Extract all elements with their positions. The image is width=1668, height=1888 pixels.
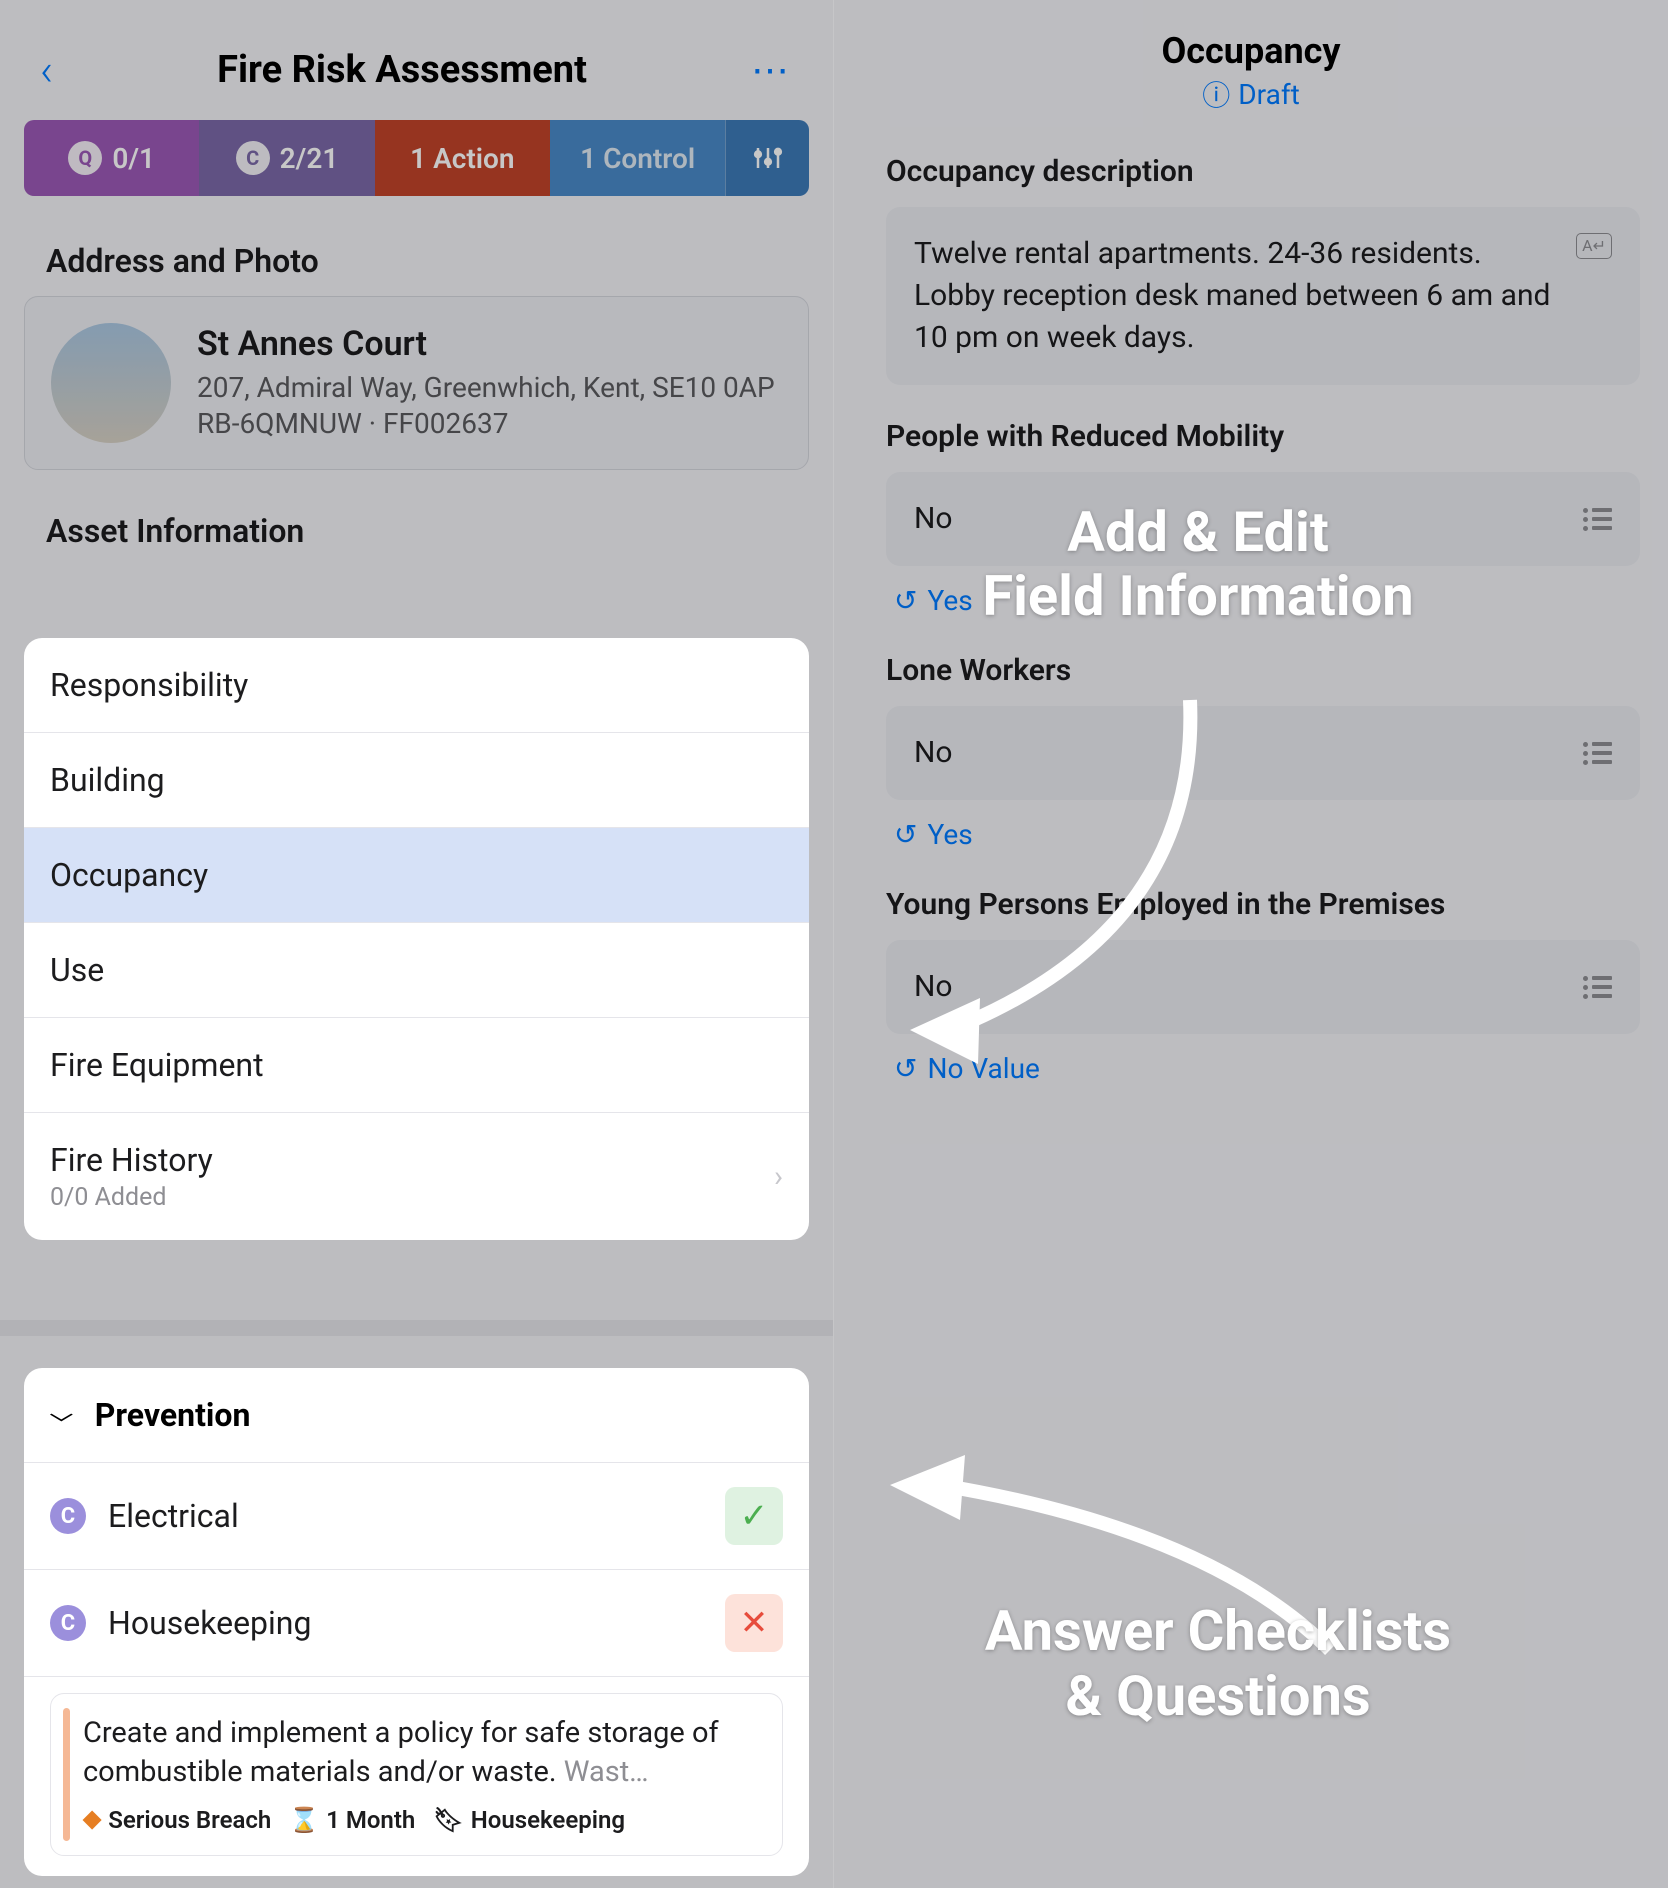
asset-label: Use: [50, 951, 104, 989]
pill-checklists[interactable]: C 2/21: [199, 120, 374, 196]
asset-item-occupancy[interactable]: Occupancy: [24, 828, 809, 923]
pill-q-count: 0/1: [112, 142, 155, 175]
list-icon: [1583, 976, 1612, 999]
asset-list: Responsibility Building Occupancy Use Fi…: [24, 638, 809, 1240]
pill-settings[interactable]: [725, 120, 809, 196]
left-header: ‹ Fire Risk Assessment ⋯: [0, 0, 833, 120]
asset-label: Responsibility: [50, 666, 248, 704]
pill-control-label: 1 Control: [580, 142, 695, 175]
asset-label: Building: [50, 761, 165, 799]
text-format-icon: A↵: [1576, 233, 1612, 259]
address-text: St Annes Court 207, Admiral Way, Greenwh…: [197, 324, 775, 443]
address-section-title: Address and Photo: [0, 226, 833, 296]
pill-action-label: 1 Action: [410, 142, 514, 175]
callout-checklists: Answer Checklists & Questions: [878, 1599, 1558, 1728]
prevention-header[interactable]: ⌵ Prevention: [24, 1368, 809, 1463]
list-icon: [1583, 508, 1612, 531]
callout-line: & Questions: [878, 1664, 1558, 1728]
pill-c-count: 2/21: [280, 142, 339, 175]
prevention-housekeeping[interactable]: C Housekeeping ✕: [24, 1570, 809, 1677]
address-card[interactable]: St Annes Court 207, Admiral Way, Greenwh…: [24, 296, 809, 470]
back-icon[interactable]: ‹: [40, 44, 53, 96]
list-icon: [1583, 742, 1612, 765]
summary-pills: Q 0/1 C 2/21 1 Action 1 Control: [24, 120, 809, 196]
property-name: St Annes Court: [197, 324, 775, 364]
pill-questions[interactable]: Q 0/1: [24, 120, 199, 196]
finding-text: Create and implement a policy for safe s…: [83, 1714, 762, 1792]
tag-badge: 🔖︎ Housekeeping: [433, 1806, 625, 1834]
c-badge-icon: C: [50, 1605, 86, 1641]
finding-meta: ⬥Serious Breach ⌛1 Month 🔖︎ Housekeeping: [83, 1804, 762, 1835]
severity-label: Serious Breach: [108, 1806, 271, 1834]
draft-status[interactable]: ⓘ Draft: [1202, 74, 1299, 114]
asset-item-building[interactable]: Building: [24, 733, 809, 828]
callout-line: Add & Edit: [898, 500, 1498, 564]
chevron-down-icon: ⌵: [50, 1405, 73, 1426]
left-pane: ‹ Fire Risk Assessment ⋯ Q 0/1 C 2/21 1 …: [0, 0, 834, 1888]
arrow-icon: [890, 680, 1240, 1080]
callout-field-info: Add & Edit Field Information: [898, 500, 1498, 629]
field-label: Occupancy description: [886, 154, 1640, 189]
prevention-label: Electrical: [108, 1497, 703, 1535]
callout-line: Answer Checklists: [878, 1599, 1558, 1663]
callout-line: Field Information: [898, 564, 1498, 628]
section-divider: [0, 1320, 833, 1336]
severity-badge: ⬥Serious Breach: [83, 1804, 271, 1835]
field-value: Twelve rental apartments. 24-36 resident…: [914, 233, 1558, 359]
prevention-title: Prevention: [95, 1396, 251, 1434]
sliders-icon: [753, 143, 783, 173]
c-badge-icon: C: [50, 1498, 86, 1534]
property-photo: [51, 323, 171, 443]
prevention-card: ⌵ Prevention C Electrical ✓ C Housekeepi…: [24, 1368, 809, 1876]
info-icon: ⓘ: [1202, 74, 1230, 114]
prevention-electrical[interactable]: C Electrical ✓: [24, 1463, 809, 1570]
hourglass-icon: ⌛: [289, 1806, 319, 1834]
pill-control[interactable]: 1 Control: [550, 120, 725, 196]
asset-label: Fire Equipment: [50, 1046, 264, 1084]
check-icon[interactable]: ✓: [725, 1487, 783, 1545]
asset-label: Fire History: [50, 1141, 213, 1179]
page-title: Fire Risk Assessment: [217, 48, 587, 92]
q-icon: Q: [68, 141, 102, 175]
cross-icon[interactable]: ✕: [725, 1594, 783, 1652]
tag-icon: 🔖︎: [433, 1806, 463, 1834]
more-icon[interactable]: ⋯: [751, 48, 793, 93]
field-occupancy-description: Occupancy description Twelve rental apar…: [886, 154, 1640, 385]
asset-label: Occupancy: [50, 856, 208, 894]
right-header: Occupancy ⓘ Draft: [834, 0, 1668, 114]
asset-item-use[interactable]: Use: [24, 923, 809, 1018]
period-label: 1 Month: [326, 1806, 415, 1834]
asset-sublabel: 0/0 Added: [50, 1183, 213, 1212]
asset-item-responsibility[interactable]: Responsibility: [24, 638, 809, 733]
asset-item-fire-equipment[interactable]: Fire Equipment: [24, 1018, 809, 1113]
field-label: People with Reduced Mobility: [886, 419, 1640, 454]
asset-section-title: Asset Information: [0, 496, 833, 566]
finding-card[interactable]: Create and implement a policy for safe s…: [50, 1693, 783, 1856]
chevron-right-icon: ›: [774, 1159, 783, 1194]
field-value-box[interactable]: Twelve rental apartments. 24-36 resident…: [886, 207, 1640, 385]
period-badge: ⌛1 Month: [289, 1806, 415, 1834]
asset-label-group: Fire History 0/0 Added: [50, 1141, 213, 1212]
finding-trunc: Wast…: [564, 1755, 649, 1789]
detail-title: Occupancy: [834, 30, 1668, 72]
c-icon: C: [236, 141, 270, 175]
property-ids: RB-6QMNUW · FF002637: [197, 406, 775, 442]
draft-label: Draft: [1238, 78, 1299, 111]
asset-item-fire-history[interactable]: Fire History 0/0 Added ›: [24, 1113, 809, 1240]
property-address: 207, Admiral Way, Greenwhich, Kent, SE10…: [197, 370, 775, 406]
prevention-label: Housekeeping: [108, 1604, 703, 1642]
warning-icon: ⬥: [83, 1804, 101, 1835]
pill-action[interactable]: 1 Action: [375, 120, 550, 196]
tag-label: Housekeeping: [471, 1806, 625, 1834]
